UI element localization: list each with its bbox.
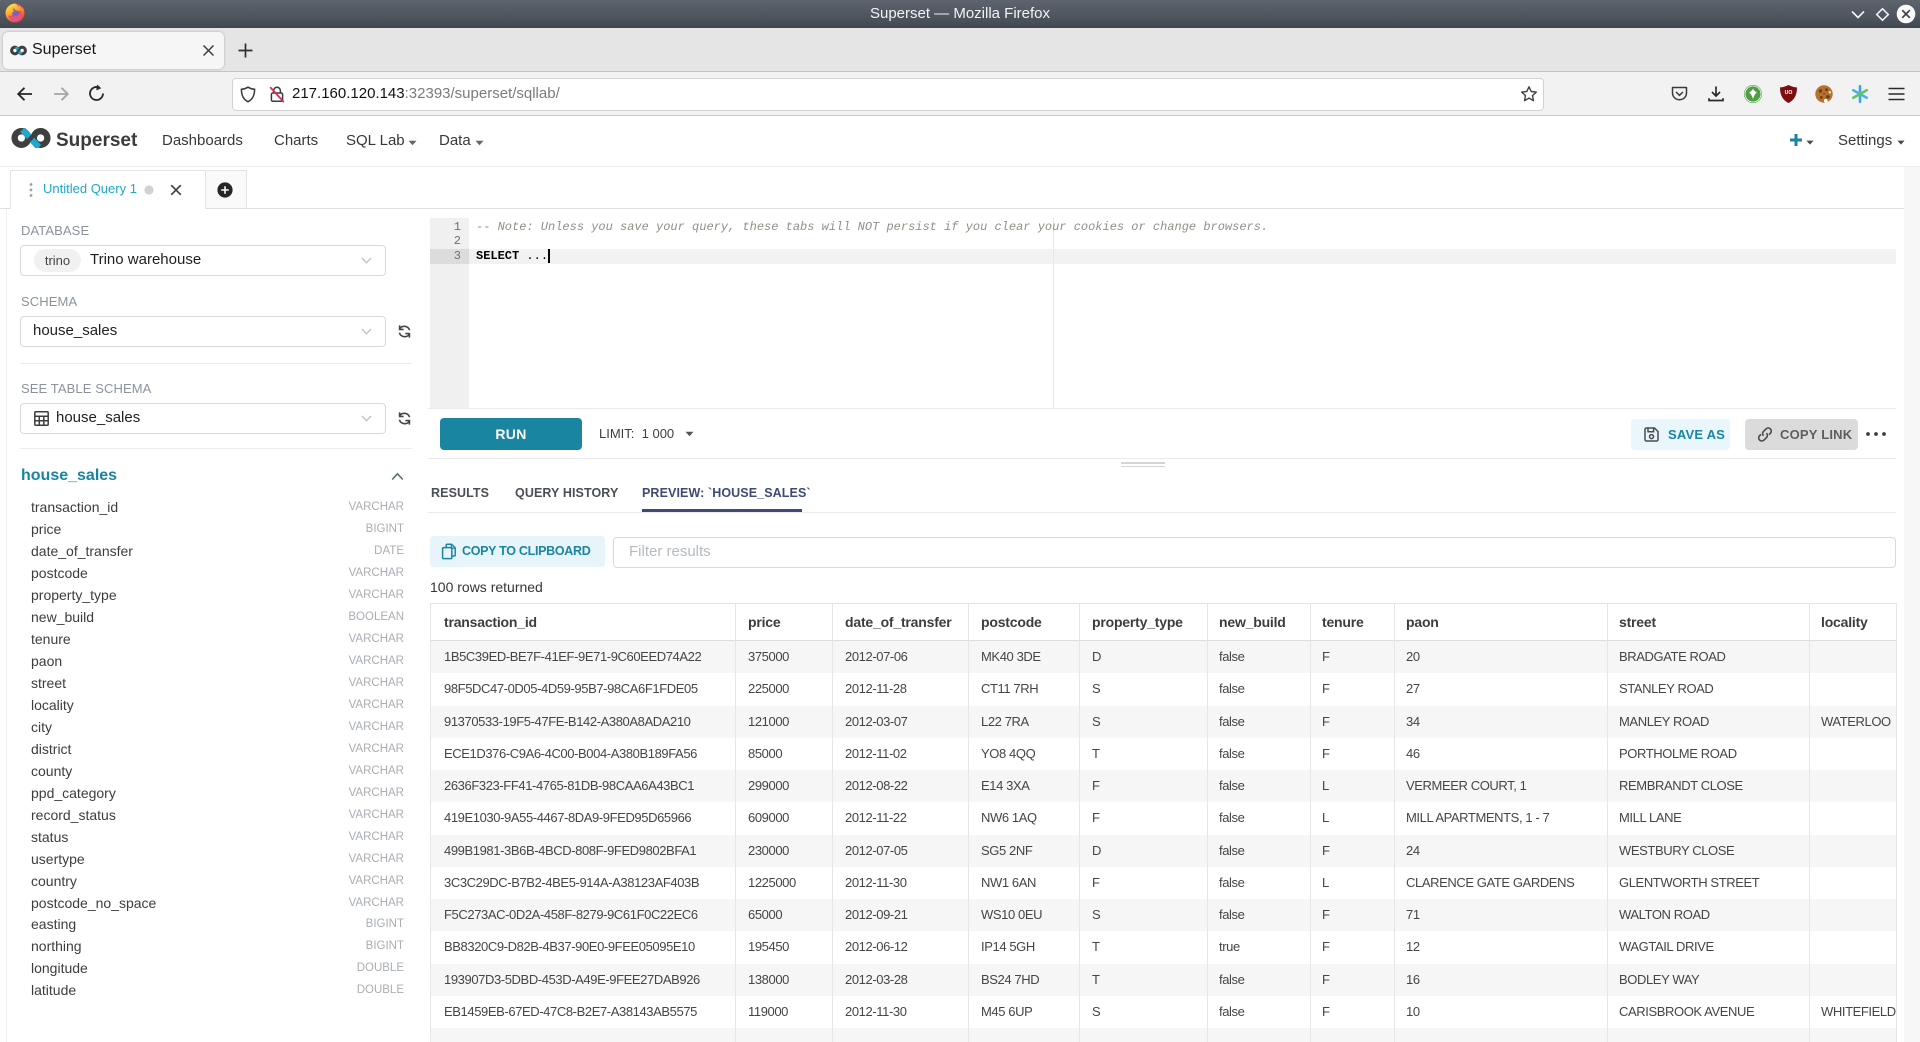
- svg-text:UO: UO: [1785, 90, 1793, 96]
